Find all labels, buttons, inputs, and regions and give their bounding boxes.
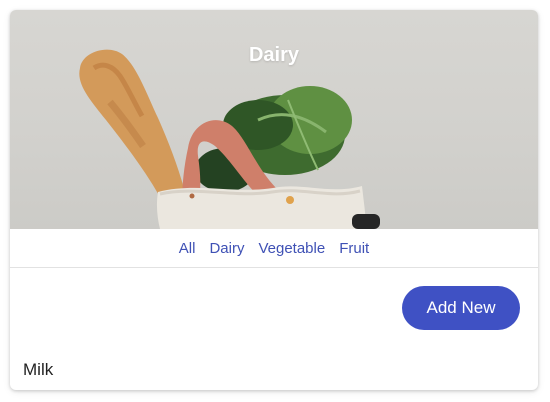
add-new-button[interactable]: Add New [402,286,520,330]
category-card: Dairy All Dairy Vegetable Fruit Add New … [10,10,538,390]
grocery-bag-illustration [79,49,380,229]
tab-vegetable[interactable]: Vegetable [258,240,325,257]
tab-dairy[interactable]: Dairy [209,240,244,257]
category-tabs: All Dairy Vegetable Fruit [10,229,538,268]
list-item: Milk [23,360,54,379]
hero-image: Dairy [10,10,538,229]
hero-title: Dairy [248,44,300,66]
tab-all[interactable]: All [179,240,196,257]
tab-fruit[interactable]: Fruit [339,240,369,257]
